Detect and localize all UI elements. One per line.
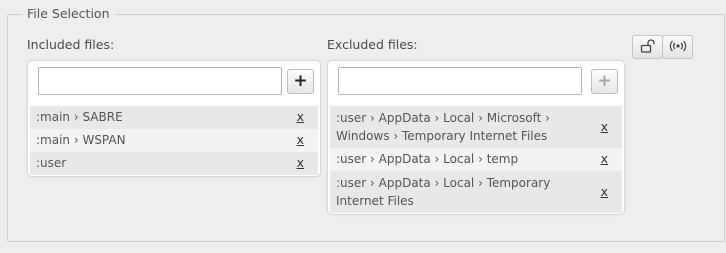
included-item-path: :main › WSPAN [36,133,126,147]
included-remove-button[interactable]: x [297,154,304,172]
fieldset-legend: File Selection [22,6,115,22]
excluded-files-label: Excluded files: [327,37,418,52]
included-add-button[interactable]: + [287,69,314,94]
included-remove-button[interactable]: x [297,108,304,126]
excluded-item-path: :user › AppData › Local › Temporary Inte… [336,176,551,208]
included-path-input[interactable] [38,67,282,95]
included-item-path: :user [36,156,67,170]
excluded-add-row: + [336,67,618,95]
excluded-list-item: :user › AppData › Local › Microsoft › Wi… [330,106,622,148]
unlock-button[interactable] [632,35,663,59]
excluded-remove-button[interactable]: x [601,150,608,168]
excluded-add-button[interactable]: + [591,69,618,94]
excluded-item-path: :user › AppData › Local › temp [336,152,519,166]
included-add-row: + [36,67,314,95]
included-list-item: :main › SABRE x [30,106,318,129]
excluded-list-item: :user › AppData › Local › temp x [330,148,622,171]
included-item-path: :main › SABRE [36,110,123,124]
included-files-label: Included files: [27,37,115,52]
broadcast-button[interactable] [662,35,693,59]
unlock-icon [640,38,656,56]
excluded-remove-button[interactable]: x [601,118,608,136]
excluded-files-panel: + :user › AppData › Local › Microsoft › … [327,60,625,215]
included-remove-button[interactable]: x [297,131,304,149]
excluded-remove-button[interactable]: x [601,183,608,201]
excluded-path-input[interactable] [338,67,582,95]
included-list-item: :user x [30,152,318,175]
included-list-item: :main › WSPAN x [30,129,318,152]
included-files-panel: + :main › SABRE x :main › WSPAN x :user … [27,60,321,177]
excluded-item-path: :user › AppData › Local › Microsoft › Wi… [336,111,550,143]
excluded-list-item: :user › AppData › Local › Temporary Inte… [330,171,622,213]
broadcast-icon [668,39,688,56]
